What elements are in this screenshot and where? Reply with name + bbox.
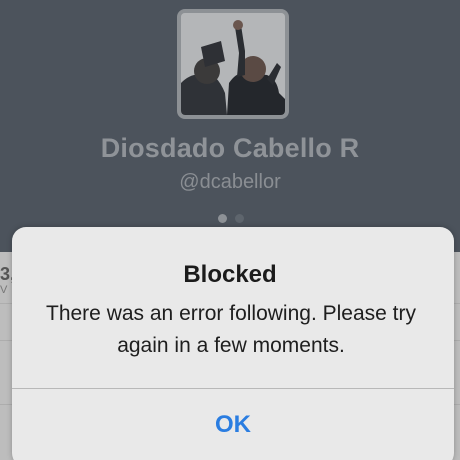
page-dot-1[interactable] xyxy=(218,214,227,223)
profile-header: Diosdado Cabello R @dcabellor xyxy=(0,0,460,252)
alert-title: Blocked xyxy=(183,261,277,288)
alert-message: There was an error following. Please try… xyxy=(46,302,416,357)
page-indicator[interactable] xyxy=(218,214,244,223)
screen: Diosdado Cabello R @dcabellor 3, V Block… xyxy=(0,0,460,460)
profile-handle: @dcabellor xyxy=(179,171,281,193)
avatar-photo xyxy=(181,13,285,115)
profile-name: Diosdado Cabello R xyxy=(100,133,360,163)
page-dot-2[interactable] xyxy=(235,214,244,223)
ok-button[interactable]: OK xyxy=(12,389,454,460)
avatar[interactable] xyxy=(177,9,289,119)
